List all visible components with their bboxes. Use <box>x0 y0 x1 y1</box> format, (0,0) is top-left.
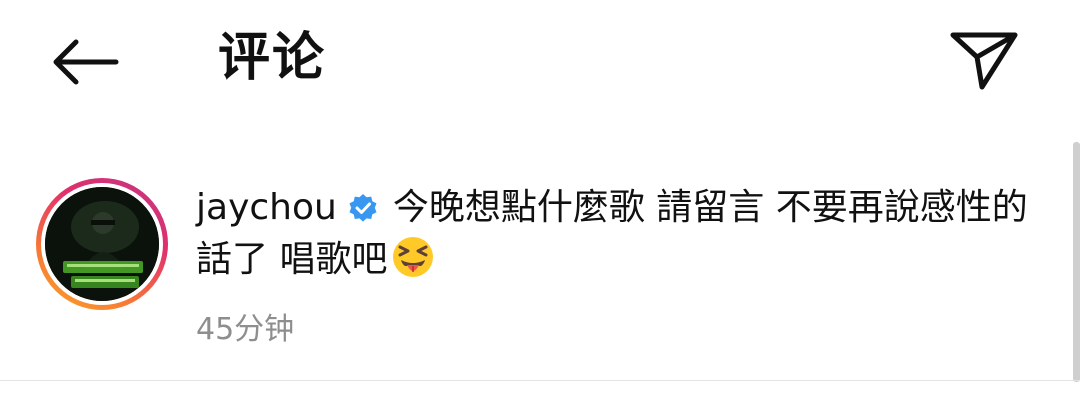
back-button[interactable] <box>38 26 130 98</box>
user-avatar <box>45 187 159 301</box>
comment-body: jaychou 今晚想點什麼歌 請留言 不要再說感性的話了 唱歌吧 45分钟 <box>196 182 1036 348</box>
comment-item: jaychou 今晚想點什麼歌 請留言 不要再說感性的話了 唱歌吧 45分钟 <box>0 170 1080 370</box>
username[interactable]: jaychou <box>196 187 337 228</box>
arrow-left-icon <box>53 39 119 85</box>
avatar[interactable] <box>45 187 159 301</box>
squinting-face-with-tongue <box>393 237 434 277</box>
comment-text-block: jaychou 今晚想點什麼歌 請留言 不要再說感性的話了 唱歌吧 <box>196 182 1036 286</box>
comment-timestamp: 45分钟 <box>196 312 295 347</box>
divider <box>0 380 1080 381</box>
scrollbar[interactable] <box>1073 142 1080 382</box>
page-title: 评论 <box>218 28 327 88</box>
avatar-story-ring[interactable] <box>36 178 168 310</box>
verified-badge-icon <box>349 194 377 222</box>
share-button[interactable] <box>938 18 1030 102</box>
comments-screen: 评论 jaychou 今晚想點什麼歌 請留言 不要再說感性的話了 唱歌吧 45分… <box>0 0 1080 407</box>
header-bar: 评论 <box>0 0 1080 120</box>
send-icon <box>950 32 1018 90</box>
